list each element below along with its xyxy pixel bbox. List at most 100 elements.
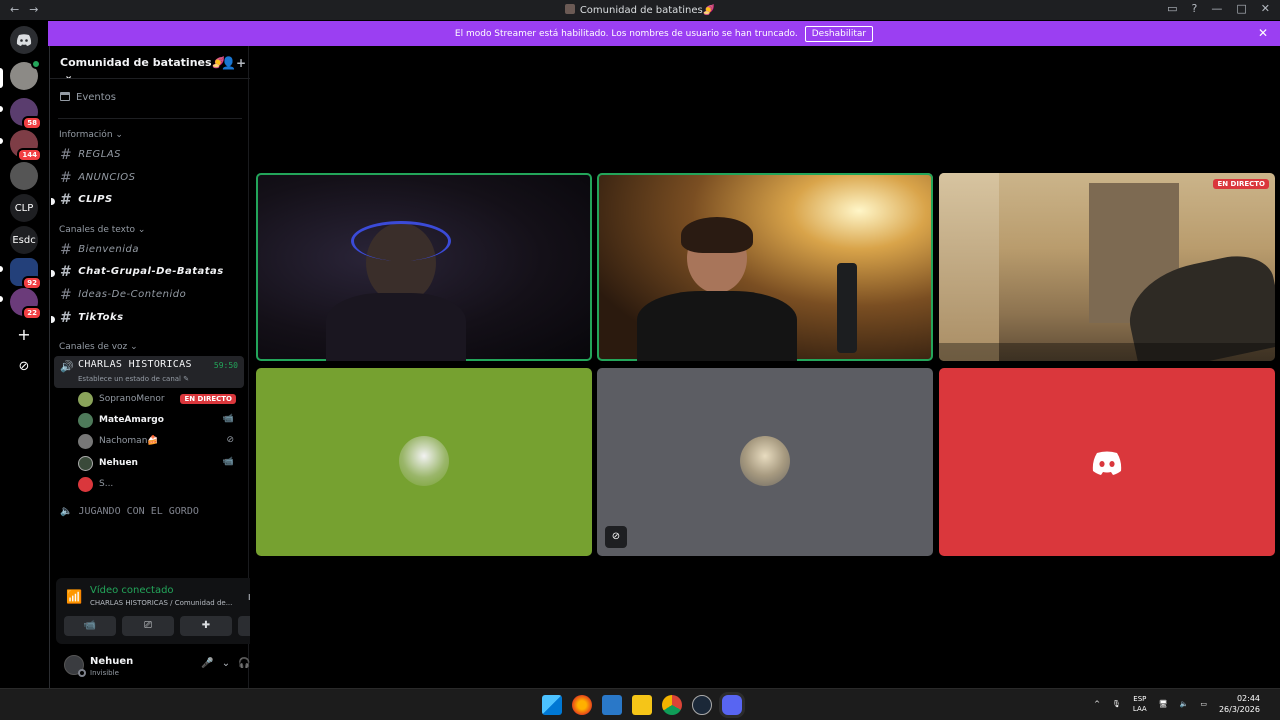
add-server-icon[interactable]: +	[10, 320, 38, 348]
taskbar-apps	[542, 695, 742, 715]
voice-user[interactable]: S...	[78, 476, 242, 494]
volume-icon[interactable]: 🔈	[1180, 700, 1189, 708]
chrome-icon[interactable]	[662, 695, 682, 715]
steam-icon[interactable]	[692, 695, 712, 715]
discord-logo-icon	[16, 34, 32, 46]
webcam-hair	[681, 217, 753, 253]
voice-user-name: MateAmargo	[99, 415, 164, 425]
tray-chevron-icon[interactable]: ^	[1094, 700, 1100, 708]
connection-channel[interactable]: CHARLAS HISTORICAS / Comunidad de...	[90, 599, 232, 607]
voice-timer: 59:50	[213, 361, 238, 370]
mention-badge: 144	[17, 148, 42, 162]
status-indicator	[78, 669, 86, 677]
category-text[interactable]: Canales de texto ⌄	[59, 225, 145, 235]
maximize-button[interactable]: □	[1236, 2, 1246, 15]
file-explorer-icon[interactable]	[632, 695, 652, 715]
events-link[interactable]: Eventos	[60, 92, 116, 103]
game-hud	[939, 343, 1275, 361]
server-item[interactable]: 144	[10, 130, 42, 162]
microphone-icon[interactable]: 🎤	[201, 658, 213, 669]
muted-mic-icon[interactable]: ⊘	[605, 526, 627, 548]
voice-user[interactable]: Nachoman🍰 ⊘	[78, 433, 242, 451]
headset-glow	[351, 221, 451, 261]
channel-reglas[interactable]: # REGLAS	[60, 147, 240, 163]
avatar	[78, 456, 93, 471]
server-clp[interactable]: CLP	[10, 194, 38, 222]
headphones-icon[interactable]: 🎧	[238, 658, 250, 669]
channel-clips[interactable]: # CLIPS	[51, 192, 240, 208]
signal-icon: 📶	[66, 590, 83, 605]
chevron-down-icon[interactable]: ⌄	[222, 658, 230, 669]
channel-sidebar: Comunidad de batatines🍠 ⌄ 👤+ Eventos Inf…	[49, 46, 294, 688]
voice-user-name: SopranoMenor	[99, 394, 165, 404]
voice-channel-jugando[interactable]: 🔈 JUGANDO CON EL GORDO	[60, 506, 199, 517]
voice-user[interactable]: SopranoMenor EN DIRECTO	[78, 391, 242, 409]
server-item[interactable]: 22	[10, 288, 42, 320]
clock[interactable]: 02:44 26/3/2026	[1219, 693, 1260, 715]
video-camera-icon: 📹	[222, 457, 234, 467]
discover-icon[interactable]: ⊘	[10, 352, 38, 380]
voice-user[interactable]: Nehuen 📹	[78, 455, 242, 473]
channel-chat-grupal[interactable]: # Chat-Grupal-De-Batatas	[51, 264, 240, 280]
avatar	[78, 477, 93, 492]
server-item[interactable]: 58	[10, 98, 42, 130]
video-tile-stream[interactable]: EN DIRECTO	[939, 173, 1275, 361]
video-tile-avatar[interactable]	[939, 368, 1275, 556]
live-badge: EN DIRECTO	[1213, 179, 1269, 189]
unread-pill	[0, 106, 3, 112]
help-icon[interactable]: ?	[1192, 2, 1198, 15]
battery-icon[interactable]: ▭	[1200, 700, 1207, 708]
chevron-down-icon: ⌄	[64, 69, 74, 82]
video-tile-avatar[interactable]	[256, 368, 592, 556]
server-esdc[interactable]: Esdc	[10, 226, 38, 254]
voice-user[interactable]: MateAmargo 📹	[78, 412, 242, 430]
video-tile-camera[interactable]	[597, 173, 933, 361]
camera-button[interactable]: 📹	[64, 616, 116, 636]
video-tile-camera[interactable]	[256, 173, 592, 361]
microphone-icon[interactable]: 🎙	[1112, 700, 1121, 708]
banner-text: El modo Streamer está habilitado. Los no…	[454, 28, 798, 39]
hash-icon: #	[60, 287, 73, 303]
inbox-icon[interactable]: ▭	[1167, 2, 1177, 15]
webcam-shoulders	[326, 293, 466, 361]
server-item[interactable]: 92	[10, 258, 42, 290]
channel-ideas[interactable]: # Ideas-De-Contenido	[60, 287, 240, 303]
channel-bienvenida[interactable]: # Bienvenida	[60, 242, 240, 258]
close-icon[interactable]: ✕	[1258, 26, 1268, 40]
firefox-icon[interactable]	[572, 695, 592, 715]
video-tile-avatar[interactable]: ⊘	[597, 368, 933, 556]
discord-icon[interactable]	[722, 695, 742, 715]
channel-status-prompt[interactable]: Establece un estado de canal ✎	[78, 375, 189, 383]
hash-icon: #	[60, 242, 73, 258]
minimize-button[interactable]: —	[1211, 2, 1222, 15]
voice-channel-charlas[interactable]: 🔊 CHARLAS HISTORICAS 59:50 Establece un …	[54, 356, 244, 388]
category-info[interactable]: Información ⌄	[59, 130, 123, 140]
avatar	[740, 436, 790, 486]
edge-icon[interactable]	[602, 695, 622, 715]
activities-button[interactable]: ✚	[180, 616, 232, 636]
category-voice[interactable]: Canales de voz ⌄	[59, 342, 138, 352]
user-status: Invisible	[90, 669, 119, 677]
user-name[interactable]: Nehuen	[90, 656, 133, 667]
window-title: Comunidad de batatines🍠	[0, 4, 1280, 16]
server-batatines[interactable]	[10, 59, 41, 90]
channel-tiktoks[interactable]: # TikToks	[51, 310, 240, 326]
avatar	[78, 434, 93, 449]
window-titlebar: ← → Comunidad de batatines🍠 ▭ ? — □ ✕	[0, 0, 1280, 20]
discord-logo-icon	[1092, 451, 1122, 475]
invite-user-icon[interactable]: 👤+	[221, 56, 246, 70]
close-window-button[interactable]: ✕	[1261, 2, 1270, 15]
network-icon[interactable]: 🖥	[1159, 700, 1168, 708]
game-wall	[939, 173, 999, 361]
hash-icon: #	[60, 192, 73, 208]
disable-streamer-button[interactable]: Deshabilitar	[804, 25, 874, 42]
language-indicator[interactable]: ESP LAA	[1133, 694, 1147, 714]
windows-start-icon[interactable]	[542, 695, 562, 715]
screen-share-button[interactable]: ⎚	[122, 616, 174, 636]
streamer-mode-banner: El modo Streamer está habilitado. Los no…	[48, 21, 1280, 46]
server-item[interactable]	[10, 162, 38, 190]
guild-header[interactable]: Comunidad de batatines🍠 ⌄ 👤+	[60, 56, 246, 82]
channel-anuncios[interactable]: # ANUNCIOS	[60, 170, 240, 186]
discord-home-button[interactable]	[10, 26, 38, 54]
voice-user-name: Nehuen	[99, 458, 138, 468]
